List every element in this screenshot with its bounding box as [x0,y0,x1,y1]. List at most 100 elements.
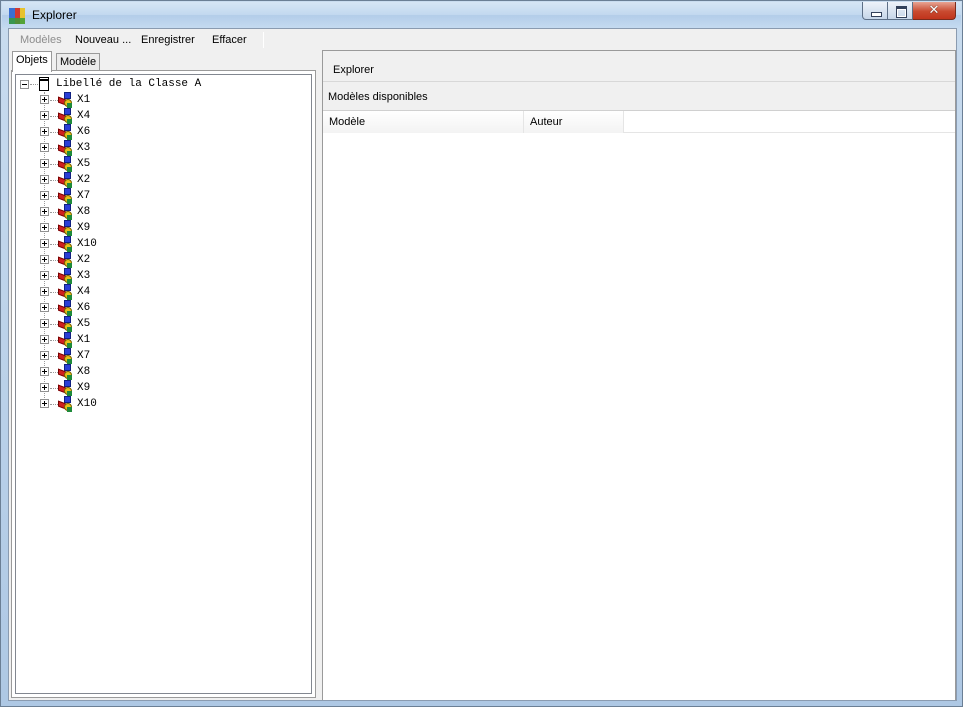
expand-icon[interactable] [40,255,49,264]
object-node-icon [58,300,74,316]
object-node-icon [58,396,74,412]
application-window: Explorer ✕ Modèles Nouveau ... Enregistr… [0,0,963,707]
list-header: Modèle Auteur [323,111,955,133]
expand-icon[interactable] [40,335,49,344]
object-node-icon [58,380,74,396]
expand-icon[interactable] [40,303,49,312]
maximize-button[interactable] [888,2,913,20]
tree-root-label: Libellé de la Classe A [56,78,202,90]
tree-item-label: X8 [77,206,91,218]
caption-buttons: ✕ [862,2,956,20]
object-node-icon [58,92,74,108]
close-button[interactable]: ✕ [913,2,956,20]
tree-item[interactable]: X6 [40,124,240,140]
effacer-button[interactable]: Effacer [212,34,247,46]
tree-item[interactable]: X9 [40,220,240,236]
toolbar-separator [263,32,264,48]
expand-icon[interactable] [40,319,49,328]
collapse-icon[interactable] [20,79,29,89]
expand-icon[interactable] [40,383,49,392]
tree-item[interactable]: X10 [40,236,240,252]
column-header-auteur[interactable]: Auteur [524,111,624,133]
models-list[interactable]: Modèle Auteur [323,110,955,700]
object-node-icon [58,172,74,188]
expand-icon[interactable] [40,143,49,152]
column-header-modele[interactable]: Modèle [323,111,524,133]
tree-item[interactable]: X8 [40,204,240,220]
tree-item-label: X5 [77,158,91,170]
object-node-icon [58,284,74,300]
object-node-icon [58,268,74,284]
tree-item[interactable]: X3 [40,140,240,156]
tree-item[interactable]: X3 [40,268,240,284]
object-node-icon [58,108,74,124]
tree-item-label: X6 [77,126,91,138]
tree-item[interactable]: X1 [40,92,240,108]
expand-icon[interactable] [40,239,49,248]
tree-item[interactable]: X7 [40,348,240,364]
object-tree[interactable]: Libellé de la Classe A X1 X4 X6 X3 X5 X2 X7 X8 X… [15,74,312,694]
tree-item[interactable]: X5 [40,316,240,332]
object-node-icon [58,332,74,348]
tab-modele[interactable]: Modèle [56,53,101,71]
minimize-button[interactable] [862,2,888,20]
models-section-header: Modèles disponibles [323,85,955,107]
expand-icon[interactable] [40,271,49,280]
objets-tab-panel: Libellé de la Classe A X1 X4 X6 X3 X5 X2 X7 X8 X… [11,70,316,698]
expand-icon[interactable] [40,191,49,200]
tree-item-label: X2 [77,174,91,186]
tree-item-label: X4 [77,286,91,298]
expand-icon[interactable] [40,159,49,168]
tree-item[interactable]: X8 [40,364,240,380]
object-node-icon [58,204,74,220]
enregistrer-button[interactable]: Enregistrer [141,34,195,46]
expand-icon[interactable] [40,367,49,376]
tree-item-label: X10 [77,238,97,250]
tree-item[interactable]: X4 [40,284,240,300]
nouveau-button[interactable]: Nouveau ... [75,34,131,46]
explorer-title: Explorer [333,64,374,76]
tree-item[interactable]: X2 [40,172,240,188]
tree-item-label: X9 [77,222,91,234]
object-node-icon [58,364,74,380]
tree-item-label: X3 [77,270,91,282]
tree-item[interactable]: X4 [40,108,240,124]
object-node-icon [58,188,74,204]
tree-item-label: X2 [77,254,91,266]
expand-icon[interactable] [40,207,49,216]
explorer-header: Explorer [323,51,955,82]
tree-item-label: X9 [77,382,91,394]
tree-item[interactable]: X2 [40,252,240,268]
tree-item[interactable]: X1 [40,332,240,348]
object-node-icon [58,140,74,156]
client-area: Modèles Nouveau ... Enregistrer Effacer … [8,28,957,701]
expand-icon[interactable] [40,287,49,296]
tree-item[interactable]: X9 [40,380,240,396]
tab-objets[interactable]: Objets [12,51,52,72]
tree-item[interactable]: X7 [40,188,240,204]
class-document-icon [39,77,49,91]
title-bar[interactable]: Explorer ✕ [2,2,961,28]
window-title: Explorer [32,8,77,22]
tree-item[interactable]: X10 [40,396,240,412]
tree-item[interactable]: X6 [40,300,240,316]
tree-item-label: X1 [77,94,91,106]
tree-item-label: X8 [77,366,91,378]
menu-toolbar: Modèles Nouveau ... Enregistrer Effacer [9,29,956,51]
modeles-menu[interactable]: Modèles [20,34,62,46]
expand-icon[interactable] [40,127,49,136]
expand-icon[interactable] [40,95,49,104]
close-icon: ✕ [928,3,940,18]
expand-icon[interactable] [40,351,49,360]
tree-item-label: X4 [77,110,91,122]
tree-item-label: X5 [77,318,91,330]
tree-item-label: X10 [77,398,97,410]
explorer-panel: Explorer Modèles disponibles Modèle Aute… [322,50,956,700]
object-node-icon [58,236,74,252]
expand-icon[interactable] [40,399,49,408]
tree-root-node[interactable]: Libellé de la Classe A [20,76,201,92]
expand-icon[interactable] [40,175,49,184]
expand-icon[interactable] [40,111,49,120]
tree-item[interactable]: X5 [40,156,240,172]
expand-icon[interactable] [40,223,49,232]
